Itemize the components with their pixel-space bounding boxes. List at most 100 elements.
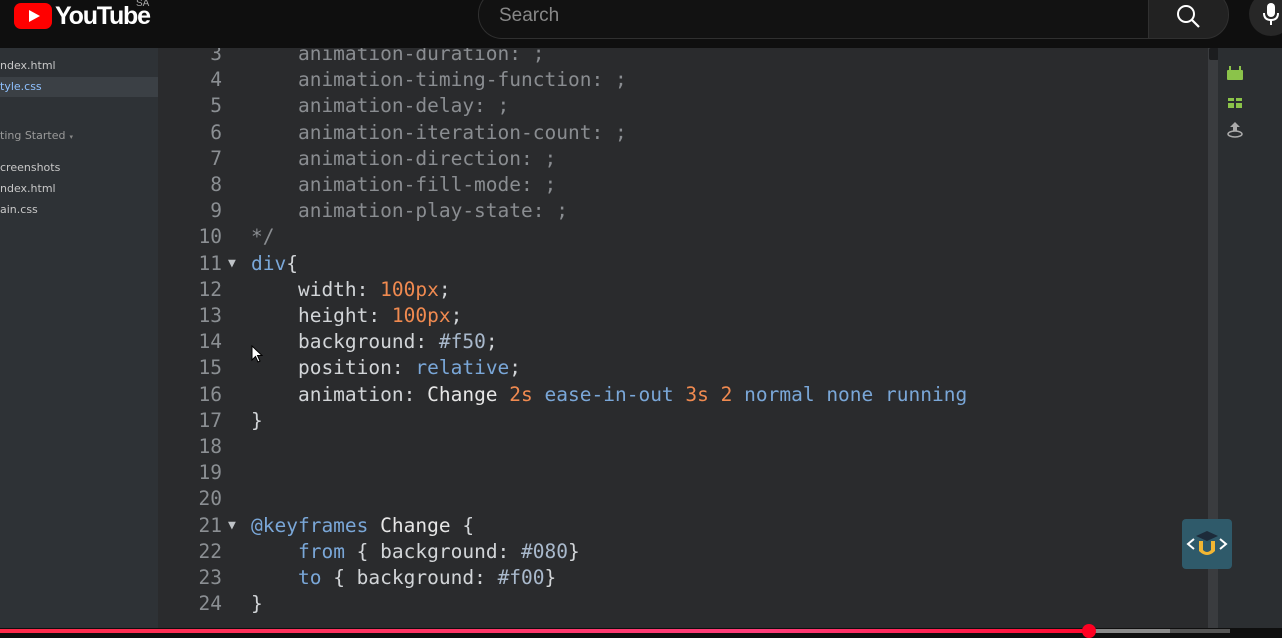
youtube-header: YouTube SA Search xyxy=(0,0,1282,48)
file-tree-item[interactable]: ndex.html xyxy=(0,56,56,76)
code-token: animation-fill-mode: ; xyxy=(251,173,557,196)
channel-watermark[interactable] xyxy=(1182,519,1232,569)
fold-toggle-icon[interactable]: ▼ xyxy=(228,513,236,539)
code-token: to xyxy=(297,566,322,589)
code-line[interactable]: 8 animation-fill-mode: ; xyxy=(158,172,1218,198)
code-line[interactable]: 5 animation-delay: ; xyxy=(158,93,1218,119)
code-line[interactable]: 3 animation-duration: ; xyxy=(158,48,1218,67)
code-token: from xyxy=(297,539,345,563)
line-number: 17 xyxy=(198,408,222,432)
code-text: animation-fill-mode: ; xyxy=(251,172,556,198)
code-text: animation-direction: ; xyxy=(251,146,556,172)
file-tree-item[interactable]: creenshots xyxy=(0,158,60,178)
fold-toggle-icon[interactable]: ▼ xyxy=(228,251,236,277)
code-line[interactable]: 9 animation-play-state: ; xyxy=(158,198,1218,224)
code-line[interactable]: 19 xyxy=(158,460,1218,486)
code-line[interactable]: 6 animation-iteration-count: ; xyxy=(158,120,1218,146)
code-line[interactable]: 20 xyxy=(158,486,1218,512)
code-token: #f50 xyxy=(438,330,486,354)
code-line[interactable]: 4 animation-timing-function: ; xyxy=(158,67,1218,93)
code-text: animation-duration: ; xyxy=(251,48,545,67)
code-token: } xyxy=(251,408,263,432)
code-text: } xyxy=(251,591,263,617)
code-token: animation-timing-function: ; xyxy=(251,68,627,92)
code-text: animation-delay: ; xyxy=(251,93,509,119)
code-area[interactable]: 3 animation-duration: ; 4 animation-timin… xyxy=(158,48,1218,628)
code-line[interactable]: 10 */ xyxy=(158,224,1218,250)
youtube-logo[interactable]: YouTube SA xyxy=(14,0,151,30)
progress-played xyxy=(0,629,1089,633)
region-code: SA xyxy=(136,0,150,9)
mic-icon xyxy=(1263,3,1279,25)
code-line[interactable]: 24} xyxy=(158,591,1218,617)
code-token: { background: xyxy=(321,566,498,589)
gift-icon[interactable] xyxy=(1226,92,1244,110)
code-text: width: 100px; xyxy=(251,277,451,303)
code-token: Change xyxy=(427,382,510,406)
file-tree-label: ting Started xyxy=(0,129,66,142)
file-tree: ndex.html tyle.css ting Started ▾ creenshots… xyxy=(0,48,158,628)
code-token: ; xyxy=(438,277,451,301)
code-line[interactable]: 22 from { background: #080} xyxy=(158,539,1218,565)
code-line[interactable]: 17} xyxy=(158,408,1218,434)
code-token: position: xyxy=(251,356,416,380)
line-number: 6 xyxy=(210,120,222,144)
code-text: from { background: #080} xyxy=(251,539,580,565)
code-line[interactable]: 11 ▼ div{ xyxy=(158,251,1218,277)
code-text: animation: Change 2s ease-in-out 3s 2 no… xyxy=(251,382,967,408)
line-number: 8 xyxy=(210,173,222,196)
code-text: div{ xyxy=(251,251,298,277)
code-token: background: xyxy=(251,330,439,354)
code-line[interactable]: 13 height: 100px; xyxy=(158,303,1218,329)
code-token: ; xyxy=(450,304,463,327)
code-text: } xyxy=(251,408,263,434)
code-text: @keyframes Change { xyxy=(251,513,474,539)
progress-scrubber[interactable] xyxy=(1081,624,1096,638)
code-line[interactable]: 14 background: #f50; xyxy=(158,329,1218,355)
file-tree-item[interactable]: tyle.css xyxy=(0,77,158,97)
line-number: 4 xyxy=(210,68,222,92)
line-number: 22 xyxy=(198,539,222,563)
code-line[interactable]: 7 animation-direction: ; xyxy=(158,146,1218,172)
code-token: { xyxy=(462,513,475,537)
code-token: ; xyxy=(509,356,522,380)
code-line[interactable]: 12 width: 100px; xyxy=(158,277,1218,303)
code-line[interactable]: 15 position: relative; xyxy=(158,355,1218,381)
code-text: height: 100px; xyxy=(251,303,462,329)
youtube-play-icon xyxy=(14,3,52,29)
code-token: } xyxy=(251,592,263,616)
code-token: animation-direction: ; xyxy=(251,146,557,170)
code-line[interactable]: 23 to { background: #f00} xyxy=(158,565,1218,591)
file-tree-item[interactable]: ain.css xyxy=(0,200,38,220)
code-token: relative xyxy=(415,356,510,380)
code-token: @keyframes xyxy=(251,513,381,537)
line-number: 14 xyxy=(198,330,222,354)
mouse-cursor-icon xyxy=(251,345,263,363)
code-line[interactable]: 18 xyxy=(158,434,1218,460)
line-number: 13 xyxy=(198,304,222,327)
code-token: ; xyxy=(485,330,498,354)
code-token: animation-duration: ; xyxy=(251,48,545,65)
file-tree-section[interactable]: ting Started ▾ xyxy=(0,126,73,146)
code-token: 100px xyxy=(391,304,451,327)
voice-search-button[interactable] xyxy=(1249,0,1282,36)
code-editor: ndex.html tyle.css ting Started ▾ creenshots… xyxy=(0,48,1282,628)
code-token: 3s xyxy=(685,382,721,406)
line-number: 23 xyxy=(198,566,222,589)
video-progress-bar[interactable] xyxy=(0,624,1230,638)
android-icon[interactable] xyxy=(1226,64,1244,82)
code-line[interactable]: 21 ▼ @keyframes Change { xyxy=(158,513,1218,539)
code-token: { xyxy=(286,251,298,275)
search-button[interactable] xyxy=(1148,0,1229,39)
code-token: normal none running xyxy=(744,382,968,406)
file-tree-item[interactable]: ndex.html xyxy=(0,179,56,199)
code-line[interactable]: 16 animation: Change 2s ease-in-out 3s 2… xyxy=(158,382,1218,408)
file-tree-label: ain.css xyxy=(0,203,38,216)
chevron-down-icon[interactable]: ▾ xyxy=(69,133,73,141)
code-token: #080 xyxy=(521,539,569,563)
search-input[interactable]: Search xyxy=(478,0,1149,39)
file-tree-label: tyle.css xyxy=(0,80,42,93)
code-token: 2 xyxy=(720,382,745,406)
upload-icon[interactable] xyxy=(1226,120,1244,138)
